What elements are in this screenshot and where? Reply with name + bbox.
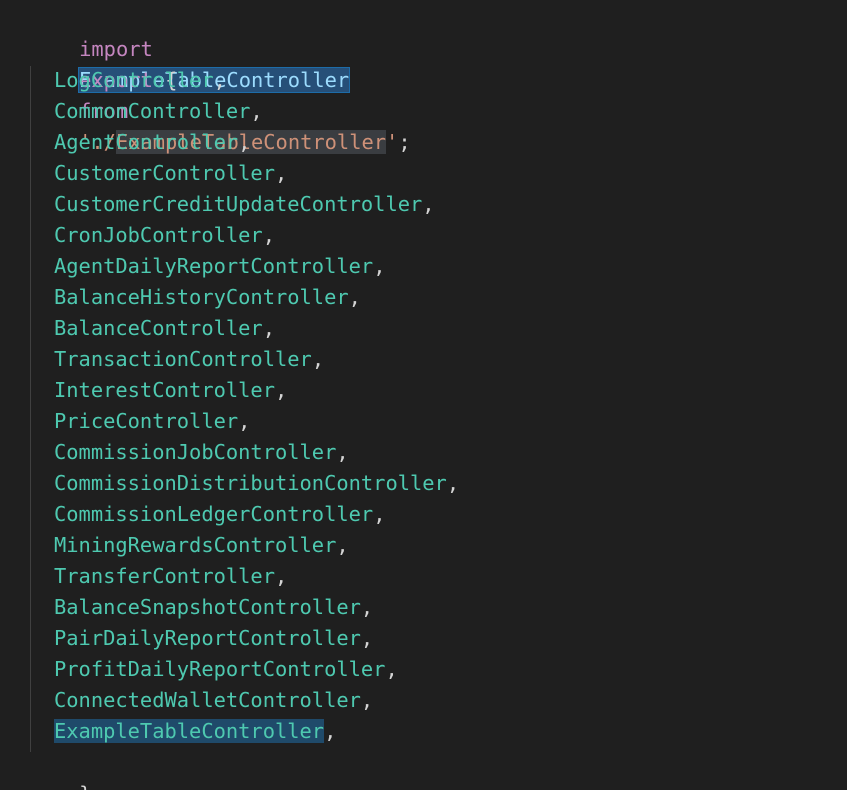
comma: , (336, 533, 349, 557)
export-identifier[interactable]: ProfitDailyReportController (54, 657, 385, 681)
comma: , (274, 161, 288, 185)
export-identifier[interactable]: MiningRewardsController (54, 533, 336, 557)
comma: , (311, 347, 325, 371)
comma: , (262, 223, 275, 247)
import-line[interactable]: import ExampleTableController from './Ex… (30, 3, 411, 154)
comma: , (348, 285, 361, 309)
export-list-item[interactable]: ExampleTableController, (30, 716, 336, 747)
export-list-item[interactable]: CommissionDistributionController, (30, 468, 459, 499)
export-identifier[interactable]: CustomerCreditUpdateController (54, 192, 422, 216)
export-list-item[interactable]: CronJobController, (30, 220, 275, 251)
semicolon: ; (398, 130, 411, 154)
export-identifier[interactable]: InterestController (54, 378, 275, 402)
comma: , (238, 130, 251, 154)
export-identifier[interactable]: ConnectedWalletController (54, 688, 361, 712)
export-identifier[interactable]: AgentController (54, 130, 238, 154)
comma: , (274, 564, 288, 588)
export-identifier[interactable]: PriceController (54, 409, 238, 433)
export-list-item[interactable]: CustomerCreditUpdateController, (30, 189, 435, 220)
export-list-item[interactable]: BalanceSnapshotController, (30, 592, 373, 623)
export-list-item[interactable]: PriceController, (30, 406, 250, 437)
export-list-item[interactable]: ProfitDailyReportController, (30, 654, 398, 685)
comma: , (360, 595, 374, 619)
export-identifier[interactable]: TransferController (54, 564, 275, 588)
comma: , (250, 99, 263, 123)
export-list-item[interactable]: AgentDailyReportController, (30, 251, 385, 282)
export-list-item[interactable]: CommissionJobController, (30, 437, 349, 468)
export-identifier[interactable]: BalanceSnapshotController (54, 595, 361, 619)
export-identifier[interactable]: PairDailyReportController (54, 626, 361, 650)
export-list-item[interactable]: CustomerController, (30, 158, 287, 189)
export-identifier[interactable]: TransactionController (54, 347, 312, 371)
closing-line[interactable]: }; (30, 748, 104, 790)
closing-brace: }; (79, 782, 104, 790)
comma: , (422, 192, 435, 216)
export-list-item[interactable]: ConnectedWalletController, (30, 685, 373, 716)
export-list-item[interactable]: TransactionController, (30, 344, 324, 375)
export-identifier[interactable]: CommissionLedgerController (54, 502, 373, 526)
comma: , (385, 657, 398, 681)
export-identifier[interactable]: CronJobController (54, 223, 263, 247)
comma: , (262, 316, 275, 340)
comma: , (373, 502, 386, 526)
comma: , (274, 378, 288, 402)
export-line[interactable]: export { (30, 34, 177, 92)
path-quote-close: ' (386, 130, 399, 154)
export-list-item[interactable]: PairDailyReportController, (30, 623, 373, 654)
export-identifier[interactable]: ExampleTableController (54, 719, 325, 743)
code-editor[interactable]: import ExampleTableController from './Ex… (0, 0, 847, 790)
comma: , (360, 688, 374, 712)
export-identifier[interactable]: BalanceController (54, 316, 263, 340)
export-list-item[interactable]: CommissionLedgerController, (30, 499, 385, 530)
export-identifier[interactable]: BalanceHistoryController (54, 285, 349, 309)
comma: , (446, 471, 460, 495)
export-list-item[interactable]: BalanceHistoryController, (30, 282, 361, 313)
comma: , (336, 440, 349, 464)
comma: , (324, 719, 337, 743)
export-identifier[interactable]: CommissionJobController (54, 440, 336, 464)
export-list-item[interactable]: CommonController, (30, 96, 263, 127)
comma: , (213, 68, 226, 92)
export-list-item[interactable]: BalanceController, (30, 313, 275, 344)
comma: , (238, 409, 251, 433)
export-identifier[interactable]: CustomerController (54, 161, 275, 185)
export-identifier[interactable]: LogController (54, 68, 214, 92)
export-identifier[interactable]: AgentDailyReportController (54, 254, 373, 278)
export-list-item[interactable]: AgentController, (30, 127, 250, 158)
export-list-item[interactable]: TransferController, (30, 561, 287, 592)
comma: , (360, 626, 374, 650)
export-identifier[interactable]: CommonController (54, 99, 250, 123)
comma: , (373, 254, 386, 278)
export-list-item[interactable]: MiningRewardsController, (30, 530, 349, 561)
export-list-item[interactable]: InterestController, (30, 375, 287, 406)
export-list-item[interactable]: LogController, (30, 65, 226, 96)
export-identifier[interactable]: CommissionDistributionController (54, 471, 447, 495)
